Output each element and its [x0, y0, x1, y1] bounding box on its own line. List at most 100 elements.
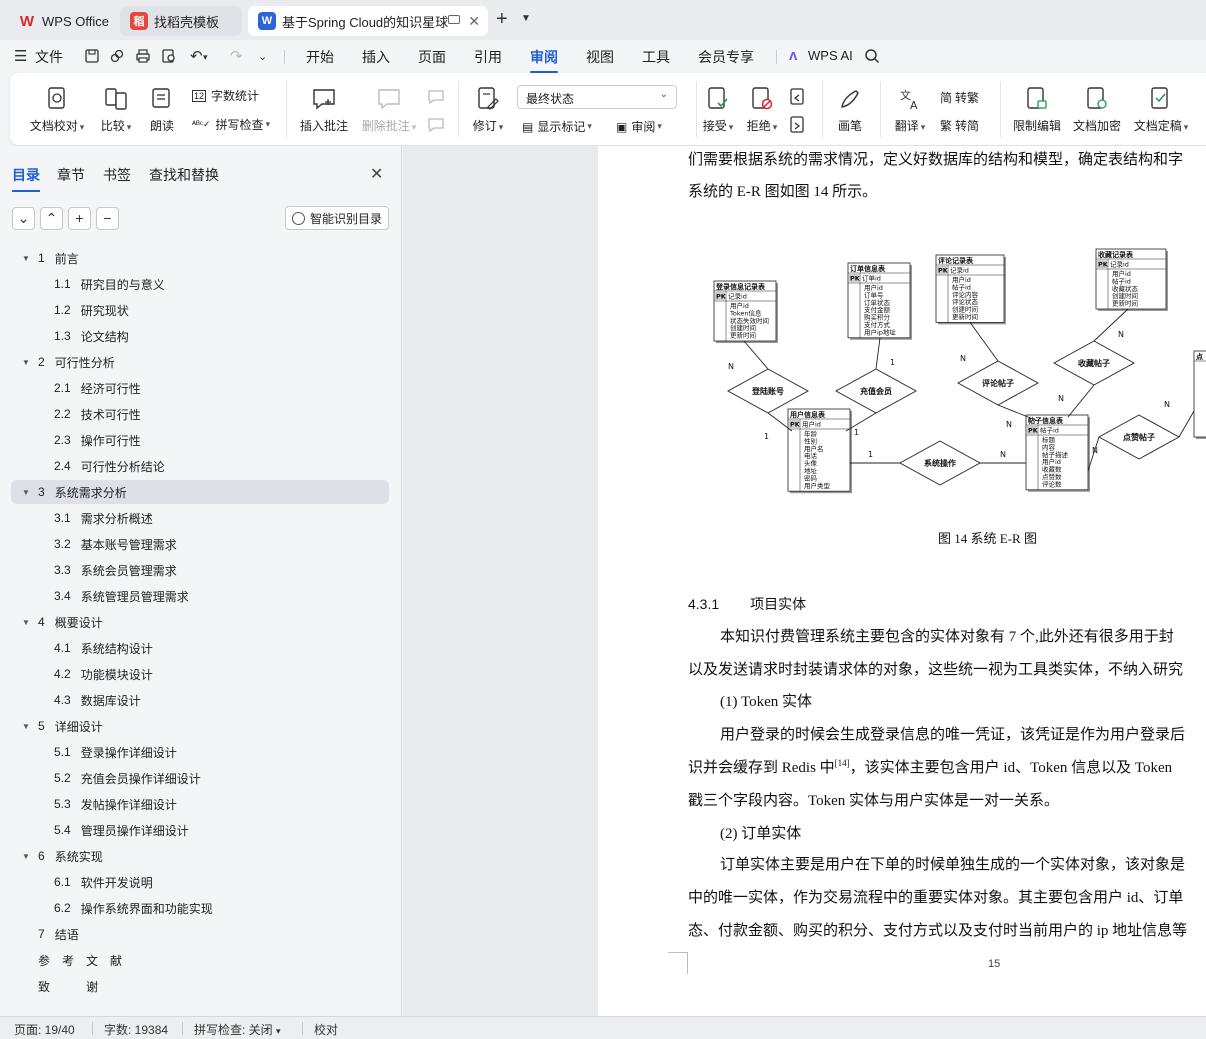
prev-comment-icon[interactable] [426, 87, 446, 107]
read-aloud-button[interactable]: 朗读 [144, 85, 180, 134]
compare-button[interactable]: 比较 ▾ [94, 85, 138, 134]
toc-item[interactable]: ▼ 3 系统需求分析 [11, 480, 389, 504]
toc-item[interactable]: 5.2 充值会员操作详细设计 [54, 766, 201, 790]
toc-item[interactable]: 2.1 经济可行性 [54, 376, 141, 400]
restrict-edit-button[interactable]: 限制编辑 [1010, 85, 1064, 134]
toc-item[interactable]: 2.4 可行性分析结论 [54, 454, 165, 478]
next-change-icon[interactable] [788, 115, 808, 135]
next-comment-icon[interactable] [426, 115, 446, 135]
toc-item[interactable]: 3.1 需求分析概述 [54, 506, 153, 530]
page-indicator[interactable]: 页面: 19/40 [14, 1021, 75, 1038]
pen-button[interactable]: 画笔 [830, 85, 870, 134]
toc-item[interactable]: 致 谢 [38, 974, 98, 998]
toc-item[interactable]: 7 结语 [22, 922, 79, 946]
collapse-triangle-icon[interactable]: ▼ [22, 722, 32, 731]
word-count-button[interactable]: 12 字数统计 [192, 87, 259, 104]
link-icon[interactable] [109, 48, 125, 64]
tab-daoke-templates[interactable]: 稻 找稻壳模板 [120, 6, 242, 36]
nav-tab-toc[interactable]: 目录 [12, 165, 40, 192]
reject-button[interactable]: 拒绝 ▾ [742, 85, 782, 134]
toc-item[interactable]: ▼ 1 前言 [22, 246, 79, 270]
encrypt-button[interactable]: 文档加密 [1070, 85, 1124, 134]
search-icon[interactable] [864, 48, 880, 64]
tab-wps-office[interactable]: W WPS Office [8, 6, 114, 36]
finalize-button[interactable]: 文档定稿 ▾ [1130, 85, 1192, 134]
delete-comment-button[interactable]: 删除批注 ▾ [358, 85, 420, 134]
insert-comment-button[interactable]: 插入批注 [298, 85, 350, 134]
toc-item[interactable]: ▼ 6 系统实现 [22, 844, 103, 868]
toc-item[interactable]: 1.2 研究现状 [54, 298, 129, 322]
spell-check-button[interactable]: ᴬᴮᶜ✓ 拼写检查 ▾ [192, 116, 270, 133]
menu-member[interactable]: 会员专享 [698, 47, 754, 67]
review-pane-button[interactable]: ▣ 审阅 ▾ [616, 118, 662, 135]
toc-item[interactable]: 1.3 论文结构 [54, 324, 129, 348]
toc-item[interactable]: 3.3 系统会员管理需求 [54, 558, 177, 582]
show-markup-button[interactable]: ▤ 显示标记 ▾ [522, 118, 592, 135]
save-icon[interactable] [84, 48, 100, 64]
menu-file[interactable]: 文件 [35, 47, 63, 67]
toc-item[interactable]: 6.1 软件开发说明 [54, 870, 153, 894]
print-preview-icon[interactable] [161, 48, 177, 64]
citation-ref[interactable]: [14] [835, 758, 850, 768]
to-traditional-button[interactable]: 简 转繁 [940, 89, 979, 106]
more-chevron-icon[interactable]: ⌄ [258, 50, 267, 63]
toc-item[interactable]: ▼ 5 详细设计 [22, 714, 103, 738]
toc-item[interactable]: 5.3 发帖操作详细设计 [54, 792, 177, 816]
chevron-down-icon[interactable]: ▾ [203, 52, 208, 63]
menu-view[interactable]: 视图 [586, 47, 614, 67]
toc-item[interactable]: 1.1 研究目的与意义 [54, 272, 165, 296]
toc-item[interactable]: 5.4 管理员操作详细设计 [54, 818, 189, 842]
close-icon[interactable]: ✕ [370, 164, 383, 184]
toc-item[interactable]: 6.2 操作系统界面和功能实现 [54, 896, 213, 920]
doc-proof-button[interactable]: 文档校对 ▾ [26, 85, 88, 134]
document-canvas[interactable]: 们需要根据系统的需求情况，定义好数据库的结构和模型，确定表结构和字 系统的 E-… [403, 146, 1206, 1016]
new-tab-icon[interactable]: + [496, 9, 508, 29]
nav-tab-sections[interactable]: 章节 [57, 165, 85, 185]
menu-insert[interactable]: 插入 [362, 47, 390, 67]
undo-icon[interactable]: ↶ [190, 47, 203, 65]
collapse-triangle-icon[interactable]: ▼ [22, 488, 32, 497]
toc-item[interactable]: 参 考 文 献 [38, 948, 122, 972]
monitor-icon[interactable] [448, 15, 460, 24]
hamburger-icon[interactable]: ☰ [14, 47, 27, 65]
to-simplified-button[interactable]: 繁 转简 [940, 117, 979, 134]
expand-all-button[interactable]: ⌄ [12, 207, 35, 230]
menu-tools[interactable]: 工具 [642, 47, 670, 67]
document-page[interactable]: 们需要根据系统的需求情况，定义好数据库的结构和模型，确定表结构和字 系统的 E-… [598, 146, 1206, 1016]
menu-page[interactable]: 页面 [418, 47, 446, 67]
toc-item[interactable]: 3.2 基本账号管理需求 [54, 532, 177, 556]
collapse-triangle-icon[interactable]: ▼ [22, 358, 32, 367]
accept-button[interactable]: 接受 ▾ [698, 85, 738, 134]
toc-item[interactable]: 2.3 操作可行性 [54, 428, 141, 452]
add-heading-button[interactable]: + [68, 207, 91, 230]
menu-references[interactable]: 引用 [474, 47, 502, 67]
print-icon[interactable] [135, 48, 151, 64]
collapse-all-button[interactable]: ⌃ [40, 207, 63, 230]
menu-wps-ai[interactable]: WPS AI [808, 48, 853, 63]
chevron-down-icon[interactable]: ▼ [521, 13, 531, 24]
remove-heading-button[interactable]: − [96, 207, 119, 230]
toc-item[interactable]: 4.2 功能模块设计 [54, 662, 153, 686]
nav-tab-bookmarks[interactable]: 书签 [103, 165, 131, 185]
redo-icon[interactable]: ↷ [230, 47, 243, 65]
track-changes-button[interactable]: 修订 ▾ [466, 85, 510, 134]
collapse-triangle-icon[interactable]: ▼ [22, 254, 32, 263]
tab-document[interactable]: W 基于Spring Cloud的知识星球 ✕ [248, 6, 488, 36]
toc-item[interactable]: 3.4 系统管理员管理需求 [54, 584, 189, 608]
menu-home[interactable]: 开始 [306, 47, 334, 67]
toc-item[interactable]: 4.3 数据库设计 [54, 688, 141, 712]
menu-review[interactable]: 审阅 [530, 47, 558, 73]
toc-item[interactable]: 5.1 登录操作详细设计 [54, 740, 177, 764]
proof-indicator[interactable]: 校对 [314, 1021, 338, 1038]
spell-check-indicator[interactable]: 拼写检查: 关闭 ▾ [194, 1021, 281, 1038]
translate-button[interactable]: 文A 翻译 ▾ [890, 85, 930, 134]
word-count-indicator[interactable]: 字数: 19384 [104, 1021, 168, 1038]
toc-item[interactable]: ▼ 4 概要设计 [22, 610, 103, 634]
toc-item[interactable]: 4.1 系统结构设计 [54, 636, 153, 660]
collapse-triangle-icon[interactable]: ▼ [22, 618, 32, 627]
prev-change-icon[interactable] [788, 87, 808, 107]
smart-toc-button[interactable]: 智能识别目录 [285, 206, 389, 230]
toc-item[interactable]: ▼ 2 可行性分析 [22, 350, 115, 374]
close-icon[interactable]: ✕ [468, 13, 480, 30]
markup-state-select[interactable]: 最终状态 ⌄ [517, 85, 677, 109]
